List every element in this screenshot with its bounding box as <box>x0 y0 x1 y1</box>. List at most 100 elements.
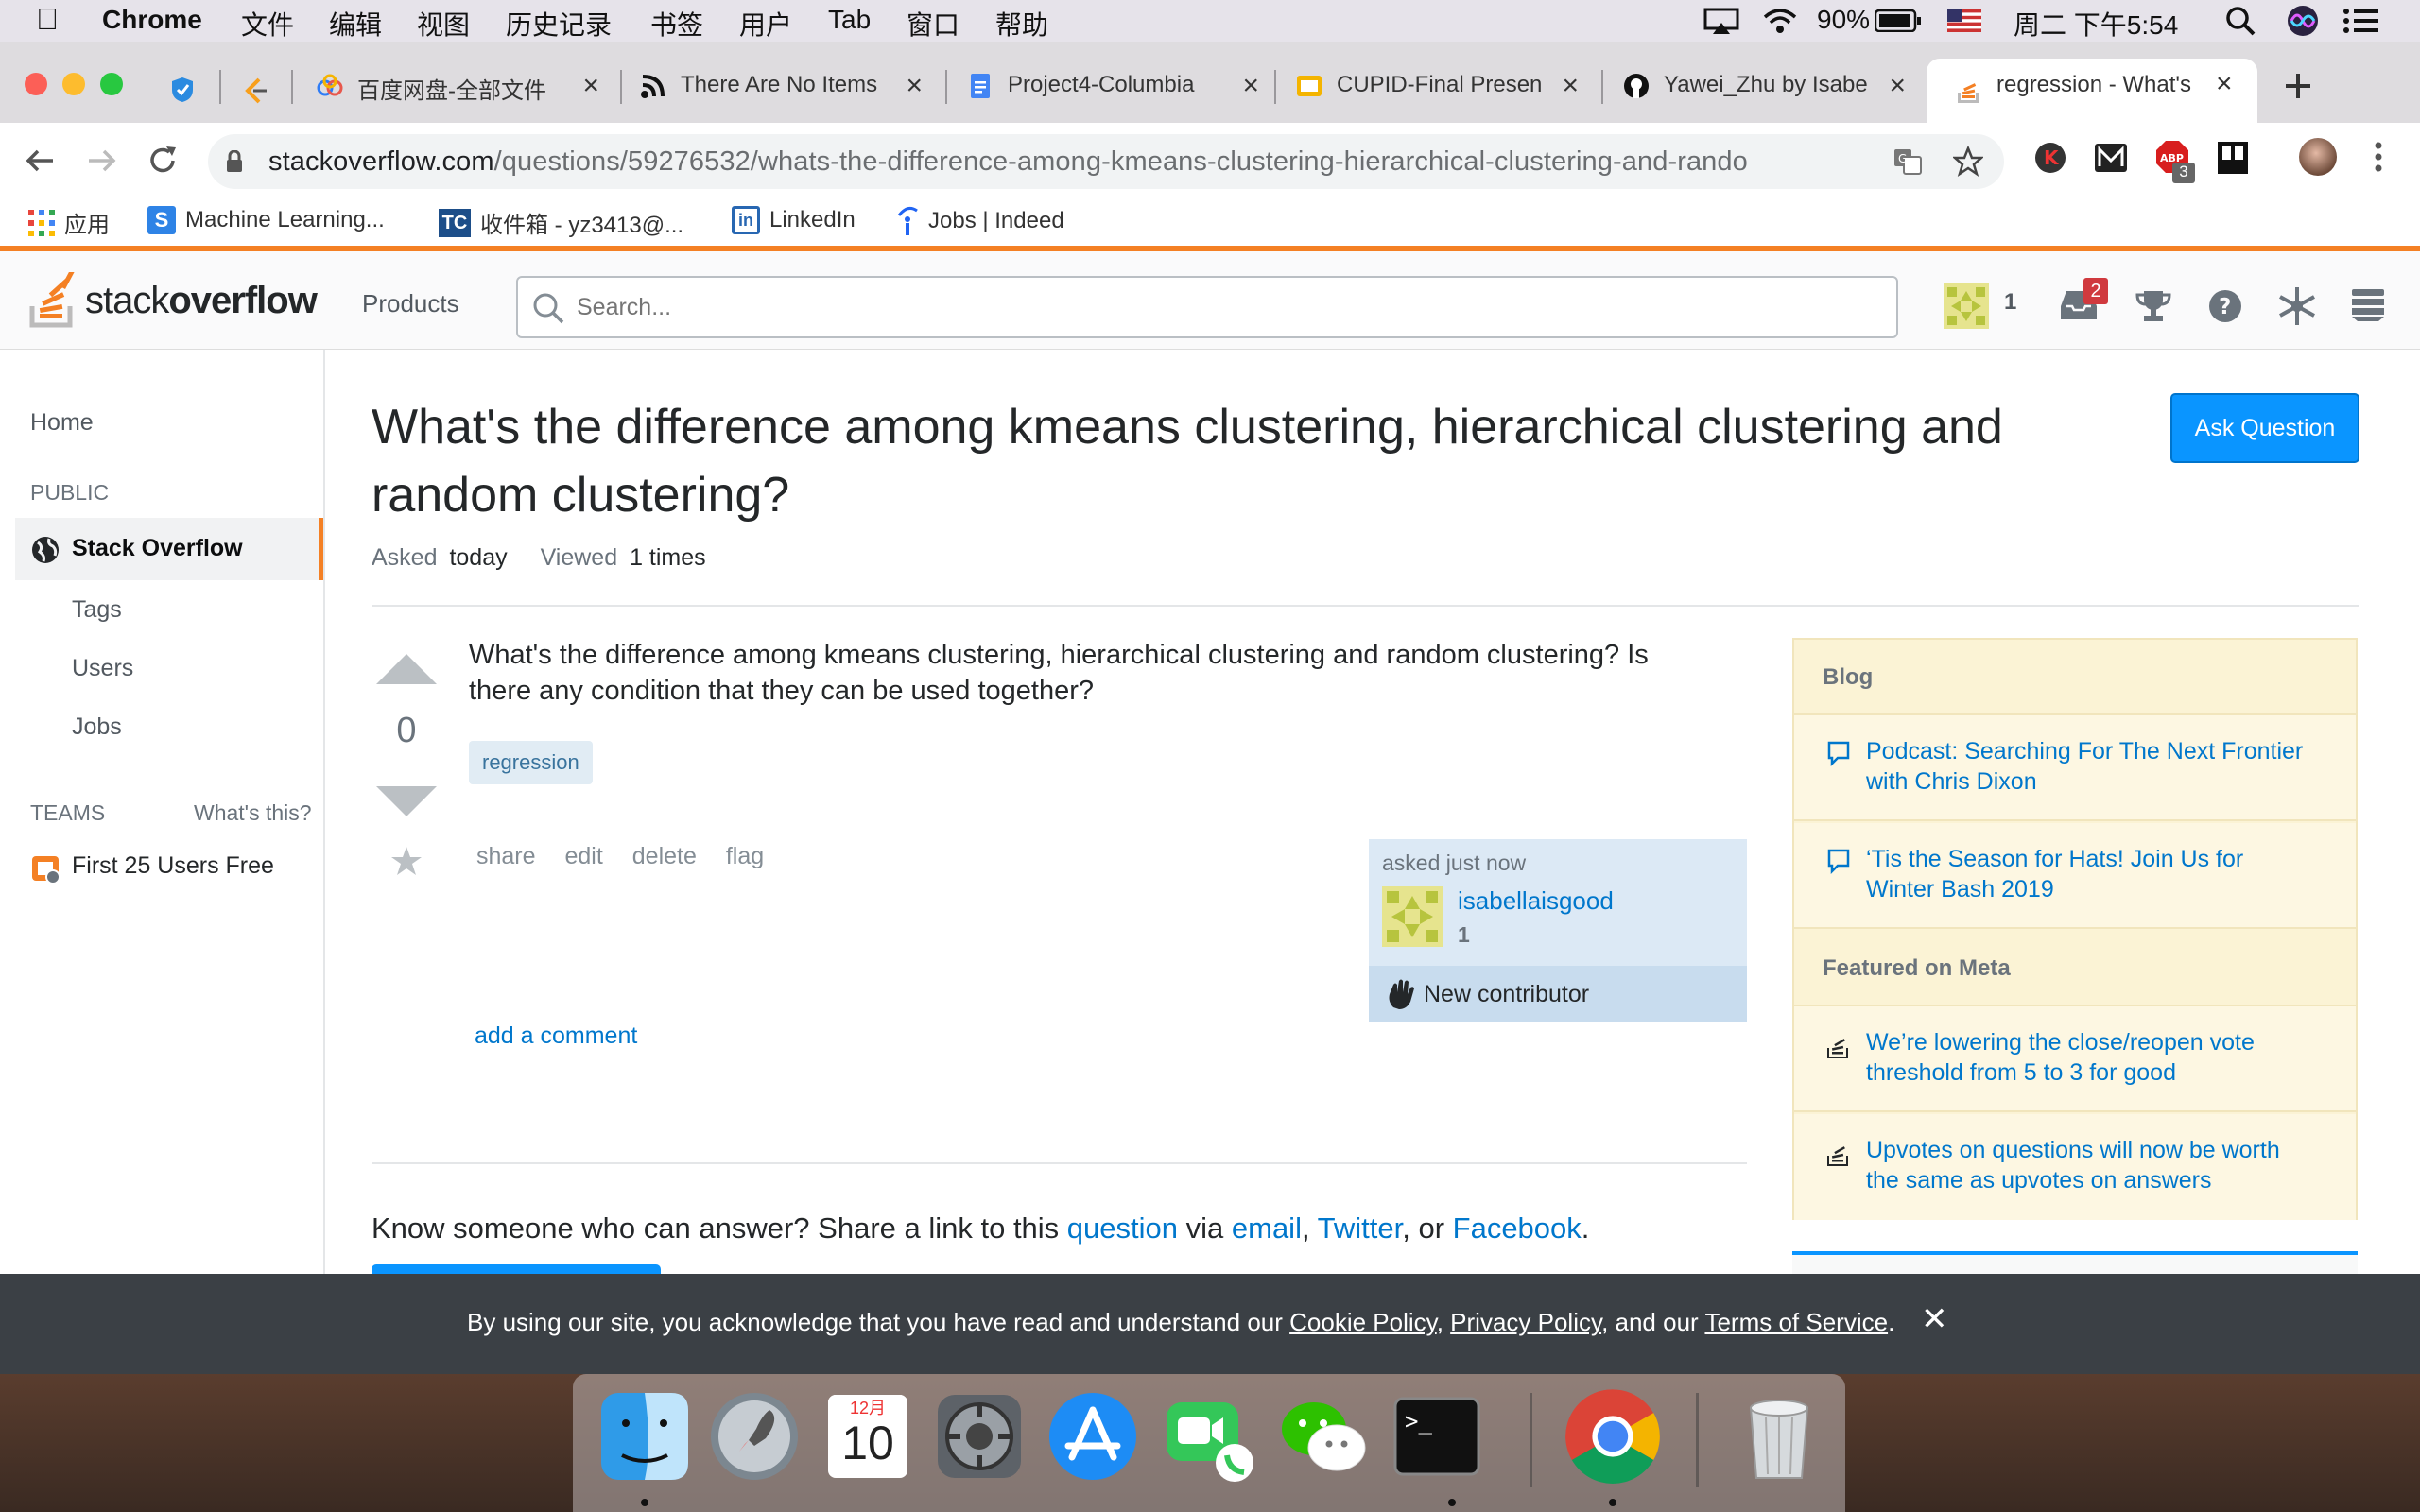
share-twitter-link[interactable]: Twitter <box>1318 1211 1403 1245</box>
bookmark-linkedin[interactable]: in LinkedIn <box>732 206 856 234</box>
extension-mendeley-icon[interactable] <box>2095 144 2127 172</box>
menubar-clock[interactable]: 周二 下午5:54 <box>2014 5 2178 43</box>
blog-item-winter-bash[interactable]: ‘Tis the Season for Hats! Join Us for Win… <box>1794 823 2356 929</box>
menu-app-name[interactable]: Chrome <box>102 5 202 35</box>
terminal-icon[interactable]: >_ <box>1390 1389 1484 1484</box>
tab-rss[interactable]: There Are No Items × <box>631 59 934 115</box>
tab-close-icon[interactable]: × <box>582 70 599 102</box>
translate-icon[interactable]: G <box>1893 147 1923 176</box>
bookmark-apps[interactable]: 应用 <box>28 206 110 239</box>
notification-center-icon[interactable] <box>2342 8 2380 34</box>
meta-item-upvotes[interactable]: Upvotes on questions will now be worth th… <box>1794 1114 2356 1220</box>
menu-edit[interactable]: 编辑 <box>329 5 382 43</box>
tab-github[interactable]: Yawei_Zhu by Isabe × <box>1615 59 1917 115</box>
privacy-policy-link[interactable]: Privacy Policy <box>1450 1308 1601 1336</box>
window-minimize-button[interactable] <box>62 73 85 95</box>
products-link[interactable]: Products <box>362 289 459 318</box>
site-switcher-icon[interactable] <box>2352 289 2384 321</box>
favorite-star-icon[interactable] <box>389 845 424 879</box>
tab-close-icon[interactable]: × <box>1562 70 1579 102</box>
address-bar[interactable]: stackoverflow.com/questions/59276532/wha… <box>208 134 2004 189</box>
airplay-icon[interactable] <box>1703 8 1739 36</box>
winter-bash-snowflake-icon[interactable] <box>2276 285 2318 327</box>
whats-this-link[interactable]: What's this? <box>194 800 312 826</box>
menu-help[interactable]: 帮助 <box>995 5 1048 43</box>
share-email-link[interactable]: email <box>1232 1211 1302 1245</box>
tab-google-doc[interactable]: Project4-Columbia × <box>959 59 1270 115</box>
bookmark-star-icon[interactable] <box>1953 146 1983 177</box>
menu-file[interactable]: 文件 <box>241 5 294 43</box>
search-input[interactable] <box>577 289 1881 325</box>
flag-link[interactable]: flag <box>726 843 764 869</box>
share-link[interactable]: share <box>476 843 536 869</box>
us-flag-icon[interactable] <box>1947 9 1981 32</box>
share-facebook-link[interactable]: Facebook <box>1453 1211 1582 1245</box>
tag-regression[interactable]: regression <box>469 741 593 784</box>
tab-google-slides[interactable]: CUPID-Final Presen × <box>1288 59 1590 115</box>
pinned-tab-shield-icon[interactable] <box>170 76 195 104</box>
chrome-menu-icon[interactable] <box>2373 140 2384 174</box>
profile-avatar[interactable] <box>2299 138 2337 176</box>
menu-history[interactable]: 历史记录 <box>506 5 612 43</box>
chrome-icon[interactable] <box>1562 1385 1664 1487</box>
tab-close-icon[interactable]: × <box>2216 68 2233 100</box>
so-search-box[interactable] <box>516 276 1898 338</box>
cookie-policy-link[interactable]: Cookie Policy <box>1289 1308 1437 1336</box>
apple-icon[interactable]:  <box>36 2 59 37</box>
new-tab-plus-icon[interactable] <box>2282 70 2314 102</box>
app-store-icon[interactable] <box>1046 1389 1140 1484</box>
launchpad-icon[interactable] <box>707 1389 802 1484</box>
menu-bookmarks[interactable]: 书签 <box>650 5 703 43</box>
bookmark-machine-learning[interactable]: S Machine Learning... <box>147 206 385 234</box>
upvote-arrow-icon[interactable] <box>374 652 439 686</box>
add-comment-link[interactable]: add a comment <box>475 1022 637 1050</box>
menu-view[interactable]: 视图 <box>417 5 470 43</box>
blog-item-podcast[interactable]: Podcast: Searching For The Next Frontier… <box>1794 715 2356 821</box>
meta-item-close-vote[interactable]: We’re lowering the close/reopen vote thre… <box>1794 1006 2356 1112</box>
reload-icon[interactable] <box>146 144 180 178</box>
nav-users[interactable]: Users <box>72 655 133 682</box>
nav-stackoverflow[interactable]: Stack Overflow <box>15 518 323 580</box>
window-close-button[interactable] <box>25 73 47 95</box>
wechat-icon[interactable] <box>1276 1389 1371 1484</box>
tab-close-icon[interactable]: × <box>1889 70 1906 102</box>
delete-link[interactable]: delete <box>632 843 697 869</box>
system-preferences-icon[interactable] <box>932 1389 1027 1484</box>
achievements-trophy-icon[interactable] <box>2135 287 2172 325</box>
nav-tags[interactable]: Tags <box>72 596 122 624</box>
terms-of-service-link[interactable]: Terms of Service <box>1704 1308 1888 1336</box>
menu-window[interactable]: 窗口 <box>907 5 959 43</box>
extension-k-icon[interactable]: K <box>2034 142 2066 174</box>
tab-close-icon[interactable]: × <box>906 70 923 102</box>
menu-tab[interactable]: Tab <box>828 5 871 35</box>
siri-icon[interactable] <box>2286 4 2320 38</box>
teams-first25-link[interactable]: First 25 Users Free <box>72 852 274 880</box>
user-card-identicon[interactable] <box>1382 886 1443 947</box>
spotlight-search-icon[interactable] <box>2225 6 2256 36</box>
bookmark-indeed[interactable]: Jobs | Indeed <box>896 206 1064 236</box>
question-title[interactable]: What's the difference among kmeans clust… <box>372 393 2130 529</box>
edit-link[interactable]: edit <box>565 843 603 869</box>
cookie-close-icon[interactable]: ✕ <box>1921 1300 1948 1338</box>
pinned-tab-leetcode-icon[interactable] <box>240 76 268 104</box>
facetime-icon[interactable] <box>1163 1389 1257 1484</box>
wifi-icon[interactable] <box>1762 6 1798 36</box>
trash-icon[interactable] <box>1732 1389 1826 1484</box>
forward-arrow-icon[interactable] <box>85 144 119 178</box>
ask-question-button[interactable]: Ask Question <box>2170 393 2360 463</box>
extension-dolby-icon[interactable] <box>2218 142 2248 174</box>
user-identicon[interactable] <box>1944 284 1989 329</box>
user-name-link[interactable]: isabellaisgood <box>1458 886 1614 916</box>
finder-icon[interactable] <box>597 1389 692 1484</box>
bookmark-inbox[interactable]: TC 收件箱 - yz3413@... <box>439 206 683 239</box>
nav-home[interactable]: Home <box>30 409 94 437</box>
tab-stackoverflow-active[interactable]: regression - What's × <box>1927 59 2257 123</box>
so-logo[interactable]: stack overflow <box>28 272 318 329</box>
battery-icon[interactable] <box>1875 9 1922 32</box>
downvote-arrow-icon[interactable] <box>374 784 439 818</box>
lock-icon[interactable] <box>225 150 244 173</box>
menu-users[interactable]: 用户 <box>739 5 792 43</box>
share-question-link[interactable]: question <box>1067 1211 1178 1245</box>
nav-jobs[interactable]: Jobs <box>72 713 122 741</box>
back-arrow-icon[interactable] <box>23 144 57 178</box>
